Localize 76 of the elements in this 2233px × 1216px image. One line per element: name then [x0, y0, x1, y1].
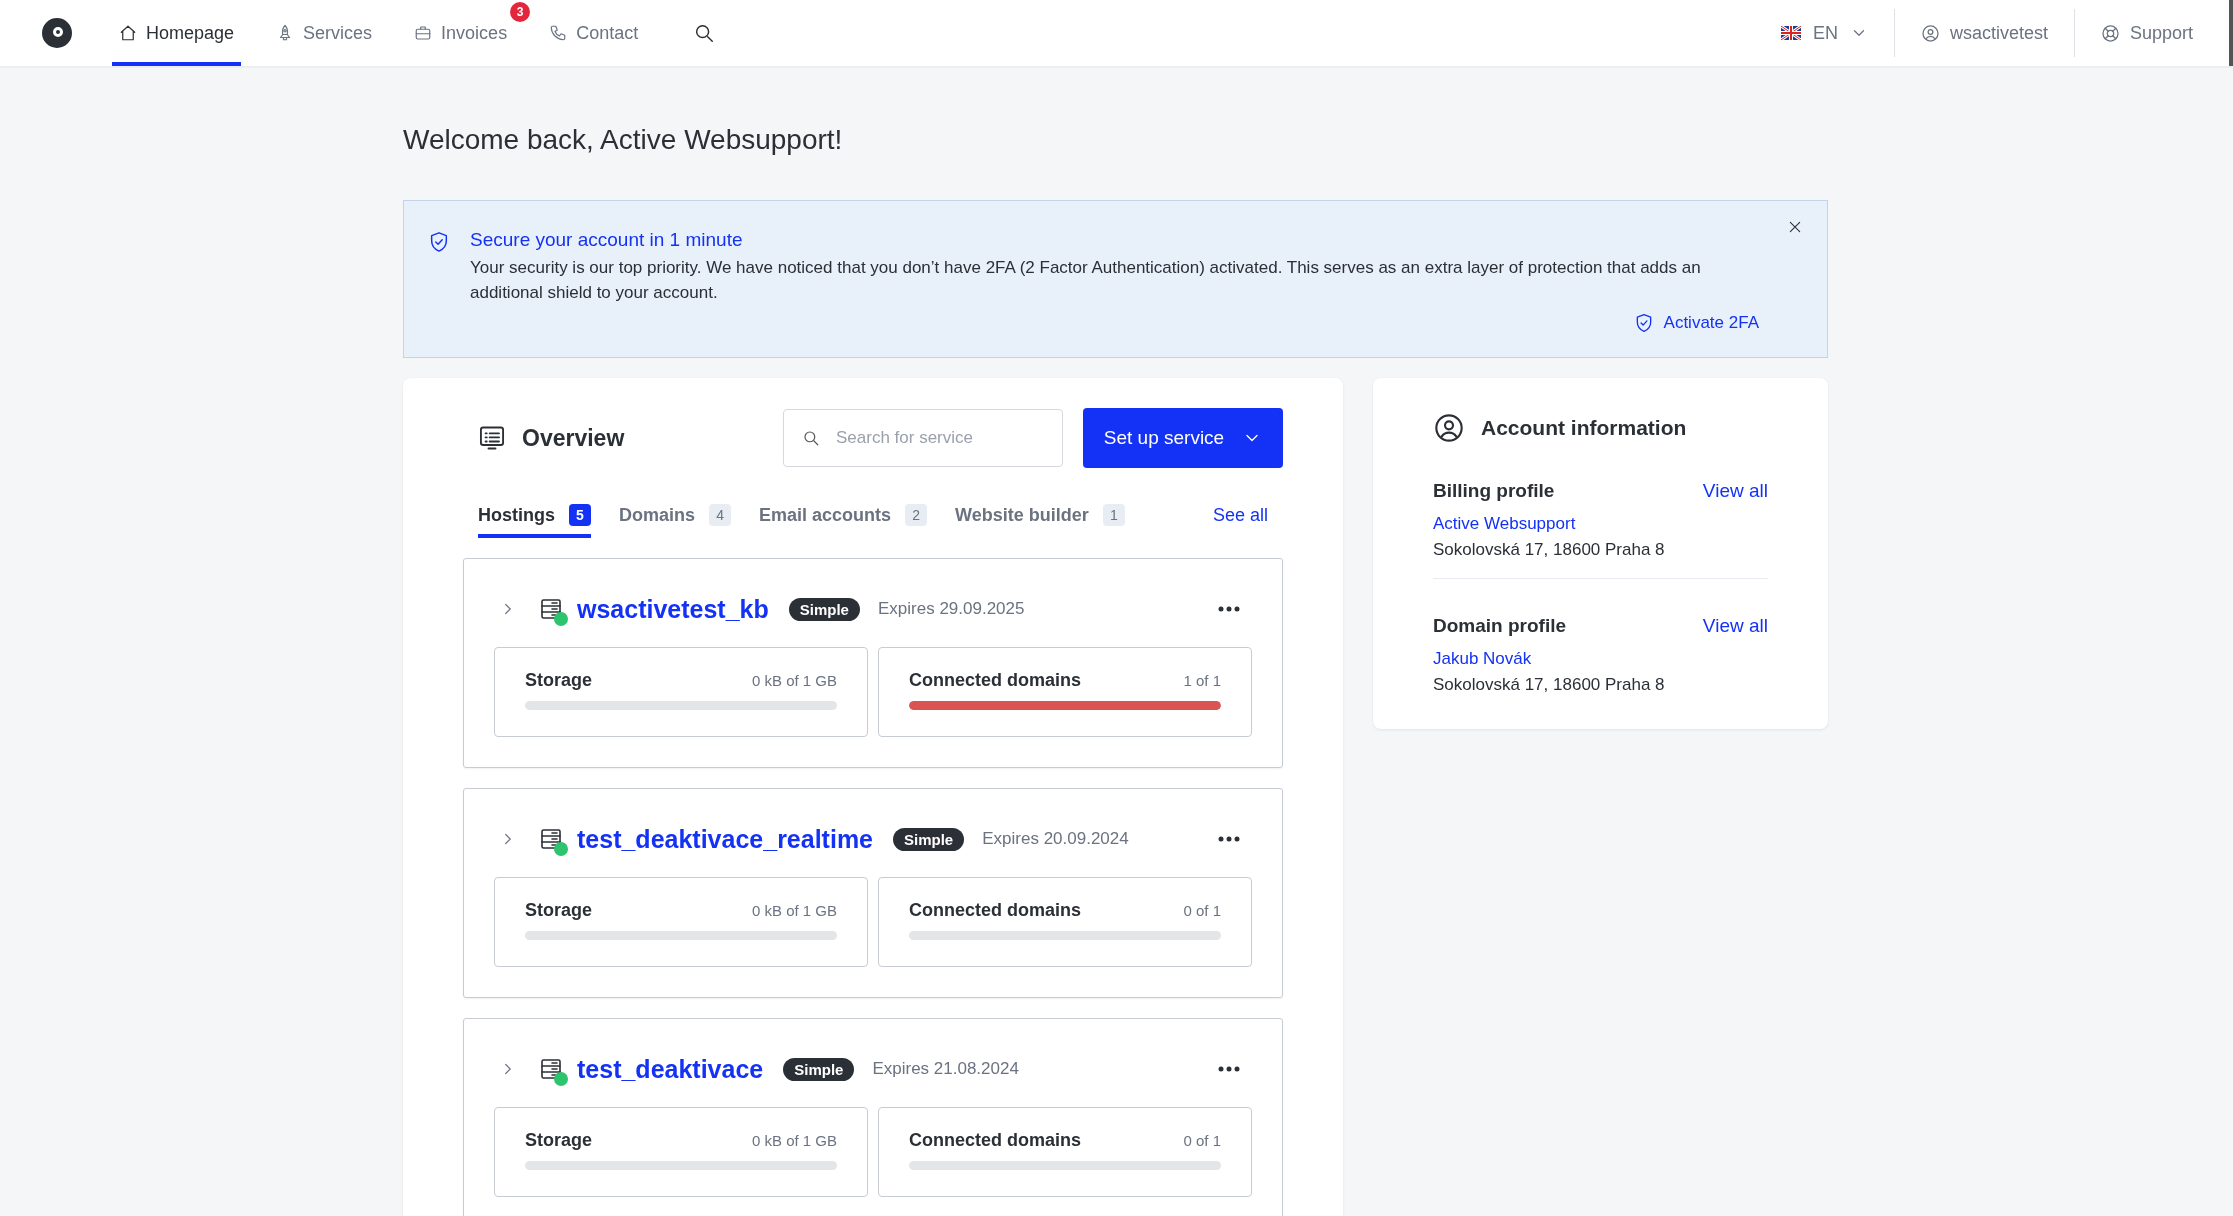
shield-check-icon: [428, 231, 450, 253]
account-title: Account information: [1481, 416, 1687, 440]
count-badge: 2: [905, 504, 928, 526]
metric-reading: 0 of 1: [1183, 902, 1221, 919]
overview-title: Overview: [522, 424, 625, 452]
status-dot-icon: [554, 842, 568, 856]
close-icon: [1787, 219, 1803, 235]
section-title: Billing profile: [1433, 480, 1555, 502]
search-icon: [802, 429, 820, 447]
expiry-date: Expires 20.09.2024: [982, 829, 1129, 849]
welcome-heading: Welcome back, Active Websupport!: [403, 124, 844, 156]
plan-badge: Simple: [783, 1057, 855, 1081]
home-icon: [119, 24, 137, 42]
service-tab[interactable]: Domains 4: [619, 504, 732, 538]
profile-name-link[interactable]: Jakub Novák: [1433, 649, 1532, 669]
briefcase-icon: [414, 24, 433, 42]
more-icon: [1218, 606, 1240, 612]
user-account-link[interactable]: wsactivetest: [1894, 22, 2074, 44]
count-badge: 1: [1102, 504, 1125, 526]
hosting-name-link[interactable]: wsactivetest_kb: [577, 594, 769, 624]
banner-text: Your security is our top priority. We have noticed that you don’t have 2FA (2 Factor Authentication) activated. This serves as an extra layer of protection that adds an additional shield to your account.: [470, 257, 1702, 304]
metric-reading: 1 of 1: [1183, 672, 1221, 689]
address-text: Sokolovská 17, 18600 Praha 8: [1433, 540, 1666, 560]
metric-label: Storage: [525, 1130, 593, 1151]
view-all-link[interactable]: View all: [1702, 615, 1768, 637]
user-circle-icon: [1433, 412, 1465, 444]
list-icon: [478, 424, 506, 452]
count-badge: 5: [569, 504, 591, 526]
metric-label: Connected domains: [909, 1130, 1082, 1151]
count-badge: 4: [709, 504, 732, 526]
close-button[interactable]: [1787, 219, 1803, 235]
nav-tab[interactable]: Contact: [542, 0, 646, 66]
more-icon: [1218, 1066, 1240, 1072]
section-title: Domain profile: [1433, 615, 1566, 637]
metric-label: Connected domains: [909, 900, 1082, 921]
address-text: Sokolovská 17, 18600 Praha 8: [1433, 675, 1666, 695]
plan-badge: Simple: [893, 827, 965, 851]
set-up-service-button[interactable]: Set up service: [1083, 408, 1283, 468]
more-icon: [1218, 836, 1240, 842]
view-all-link[interactable]: View all: [1702, 480, 1768, 502]
status-dot-icon: [554, 612, 568, 626]
nav-tab[interactable]: Homepage: [112, 0, 242, 66]
nav-tab[interactable]: Services: [269, 0, 380, 66]
activate-2fa-button[interactable]: Activate 2FA: [1633, 313, 1759, 333]
service-tab[interactable]: Hostings 5: [478, 504, 591, 538]
hosting-name-link[interactable]: test_deaktivace_realtime: [577, 824, 874, 854]
metric-reading: 0 kB of 1 GB: [751, 902, 837, 919]
server-icon: [539, 597, 563, 621]
profile-name-link[interactable]: Active Websupport: [1433, 514, 1576, 534]
metric-label: Storage: [525, 900, 593, 921]
metric-reading: 0 kB of 1 GB: [751, 672, 837, 689]
search-icon: [693, 22, 716, 44]
metric-reading: 0 of 1: [1183, 1132, 1221, 1149]
expiry-date: Expires 21.08.2024: [872, 1059, 1019, 1079]
see-all-link[interactable]: See all: [1212, 505, 1268, 526]
expiry-date: Expires 29.09.2025: [877, 599, 1025, 619]
search-field[interactable]: Search for service: [783, 409, 1063, 467]
notification-badge: 3: [510, 2, 531, 22]
metric-label: Connected domains: [909, 670, 1082, 691]
service-tab[interactable]: Website builder 1: [955, 504, 1125, 538]
support-link[interactable]: Support: [2074, 22, 2219, 44]
status-dot-icon: [554, 1072, 568, 1086]
flag-icon: [1780, 26, 1801, 40]
service-tab[interactable]: Email accounts 2: [759, 504, 928, 538]
plan-badge: Simple: [788, 597, 860, 621]
user-circle-icon: [1920, 23, 1940, 43]
lifebuoy-icon: [2100, 23, 2120, 43]
hosting-name-link[interactable]: test_deaktivace: [577, 1054, 764, 1084]
phone-icon: [549, 24, 568, 42]
metric-reading: 0 kB of 1 GB: [751, 1132, 837, 1149]
metric-label: Storage: [525, 670, 593, 691]
banner-title: Secure your account in 1 minute: [470, 229, 743, 251]
logo-icon[interactable]: [42, 18, 72, 48]
server-icon: [539, 827, 563, 851]
language-selector[interactable]: EN: [1754, 22, 1894, 44]
server-icon: [539, 1057, 563, 1081]
